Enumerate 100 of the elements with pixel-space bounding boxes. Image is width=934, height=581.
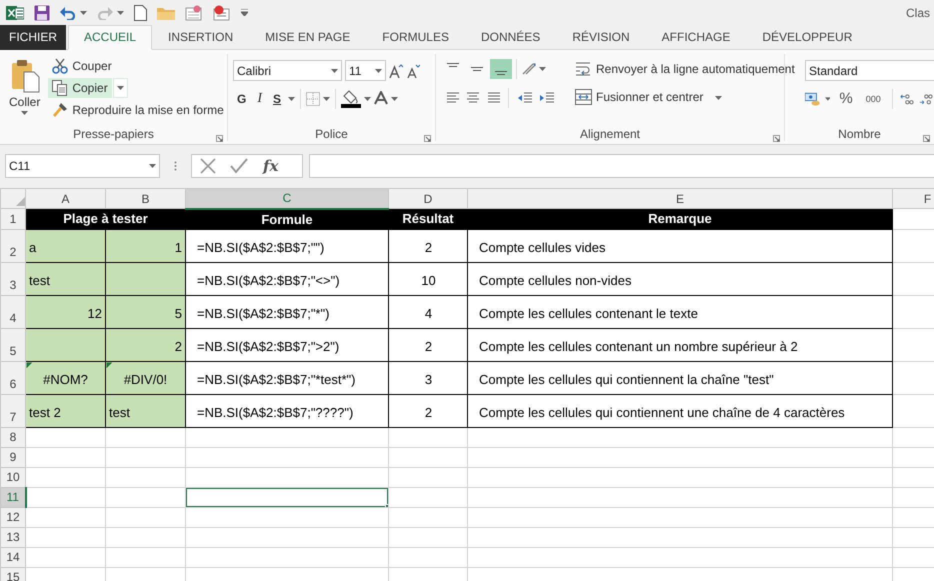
presentation-icon	[213, 4, 231, 20]
scissors-icon	[52, 58, 68, 74]
clipboard-icon	[10, 59, 40, 93]
cancel-icon	[200, 158, 216, 174]
align-lines-icon	[495, 71, 507, 75]
caret-icon	[375, 68, 382, 72]
ribbon-tab[interactable]: INSERTION	[152, 25, 250, 50]
column-header[interactable]: C	[186, 188, 388, 208]
customize-caret-icon	[241, 9, 248, 16]
vertical-align-button[interactable]	[490, 59, 512, 79]
column-header[interactable]: F	[892, 188, 934, 208]
dialog-launcher-icon	[773, 135, 780, 142]
row-header[interactable]: 6	[0, 362, 26, 394]
table-cell: Compte les cellules qui contiennent une chaîne de 4 caractères	[468, 394, 892, 428]
ribbon-tab[interactable]: DONNÉES	[464, 25, 556, 50]
more-options-icon	[174, 161, 177, 171]
table-cell: 5	[106, 296, 186, 328]
font-size-field[interactable]: 11	[345, 60, 386, 81]
ribbon-tab[interactable]: RÉVISION	[556, 25, 646, 50]
caret-icon	[364, 97, 372, 101]
group-label: Presse-papiers	[73, 127, 154, 141]
grow-font-icon	[389, 64, 403, 78]
row-header[interactable]: 11	[0, 488, 26, 508]
caret-icon	[288, 97, 296, 101]
table-cell: 12	[26, 296, 106, 328]
align-lines-icon	[471, 67, 483, 71]
row-header[interactable]: 3	[0, 262, 26, 296]
align-right-icon	[486, 91, 500, 105]
table-cell: 10	[388, 262, 468, 296]
merge-center-button[interactable]: Fusionner et centrer	[571, 87, 799, 107]
table-cell: 4	[388, 296, 468, 328]
row-header[interactable]: 2	[0, 230, 26, 262]
group-label: Alignement	[580, 127, 640, 141]
file-tab[interactable]: FICHIER	[0, 25, 66, 50]
dialog-launcher-icon	[923, 135, 930, 142]
ribbon-tab[interactable]: ACCUEIL	[68, 25, 152, 50]
bold-button[interactable]: G	[233, 89, 250, 109]
row-header[interactable]: 1	[0, 208, 26, 230]
caret-icon	[391, 97, 398, 101]
column-header[interactable]: A	[26, 188, 106, 208]
copy-dropdown-button[interactable]	[112, 78, 128, 98]
caret-icon	[715, 96, 722, 100]
table-cell: a	[26, 230, 106, 262]
new-document-icon	[134, 4, 147, 20]
format-painter-button[interactable]: Reproduire la mise en forme	[48, 100, 228, 120]
increase-decimal-icon	[900, 92, 914, 106]
table-cell: 2	[388, 328, 468, 362]
decrease-indent-icon	[517, 91, 533, 105]
row-header[interactable]: 13	[0, 528, 26, 548]
number-format-field[interactable]: Standard	[805, 60, 934, 81]
table-cell: #NOM?	[26, 362, 106, 394]
percent-button[interactable]: %	[835, 89, 857, 109]
align-left-icon	[446, 91, 460, 105]
row-header[interactable]: 4	[0, 296, 26, 328]
decrease-decimal-icon	[919, 92, 934, 106]
table-cell: =NB.SI($A$2:$B$7;"????")	[186, 394, 388, 428]
table-cell: 1	[106, 230, 186, 262]
caret-icon	[539, 67, 546, 71]
italic-button[interactable]: I	[253, 89, 266, 109]
align-center-icon	[466, 91, 480, 105]
row-header[interactable]: 14	[0, 548, 26, 568]
group-label: Nombre	[838, 127, 881, 141]
row-header[interactable]: 8	[0, 428, 26, 448]
row-header[interactable]: 10	[0, 468, 26, 488]
header-cell: Résultat	[388, 208, 468, 230]
picture-document-icon	[185, 4, 203, 20]
column-header[interactable]: E	[468, 188, 892, 208]
name-box[interactable]: C11	[5, 154, 160, 178]
text-orientation-icon	[521, 62, 537, 76]
font-color-icon	[374, 91, 388, 107]
font-name-field[interactable]: Calibri	[233, 60, 342, 81]
copy-button[interactable]: Copier	[48, 78, 112, 98]
table-cell: Compte cellules non-vides	[468, 262, 892, 296]
insert-function-button[interactable]: fx	[262, 157, 280, 175]
row-header[interactable]: 12	[0, 508, 26, 528]
cell-cursor[interactable]	[186, 488, 388, 506]
borders-icon	[306, 92, 320, 106]
row-header[interactable]: 15	[0, 568, 26, 581]
ribbon-tab[interactable]: AFFICHAGE	[646, 25, 746, 50]
thousands-separator-button[interactable]: 000	[862, 89, 885, 109]
row-header[interactable]: 9	[0, 448, 26, 468]
table-cell: Compte les cellules contenant un nombre supérieur à 2	[468, 328, 892, 362]
paste-button[interactable]: Coller	[4, 56, 46, 125]
column-header[interactable]: B	[106, 188, 186, 208]
table-cell: =NB.SI($A$2:$B$7;"*")	[186, 296, 388, 328]
ribbon-tab[interactable]: FORMULES	[366, 25, 465, 50]
wrap-text-button[interactable]: Renvoyer à la ligne automatiquement	[571, 59, 799, 79]
ribbon-tab[interactable]: DÉVELOPPEUR	[746, 25, 868, 50]
column-header[interactable]: D	[388, 188, 468, 208]
underline-button[interactable]: S	[269, 89, 286, 109]
align-lines-icon	[447, 63, 459, 67]
cut-button[interactable]: Couper	[48, 56, 228, 76]
row-header[interactable]: 7	[0, 394, 26, 428]
row-header[interactable]: 5	[0, 328, 26, 362]
table-cell: =NB.SI($A$2:$B$7;"<>")	[186, 262, 388, 296]
redo-icon	[97, 6, 113, 20]
ribbon-tab[interactable]: MISE EN PAGE	[249, 25, 366, 50]
group-label: Police	[315, 127, 348, 141]
table-cell: #DIV/0!	[106, 362, 186, 394]
formula-input-field[interactable]	[309, 154, 934, 178]
